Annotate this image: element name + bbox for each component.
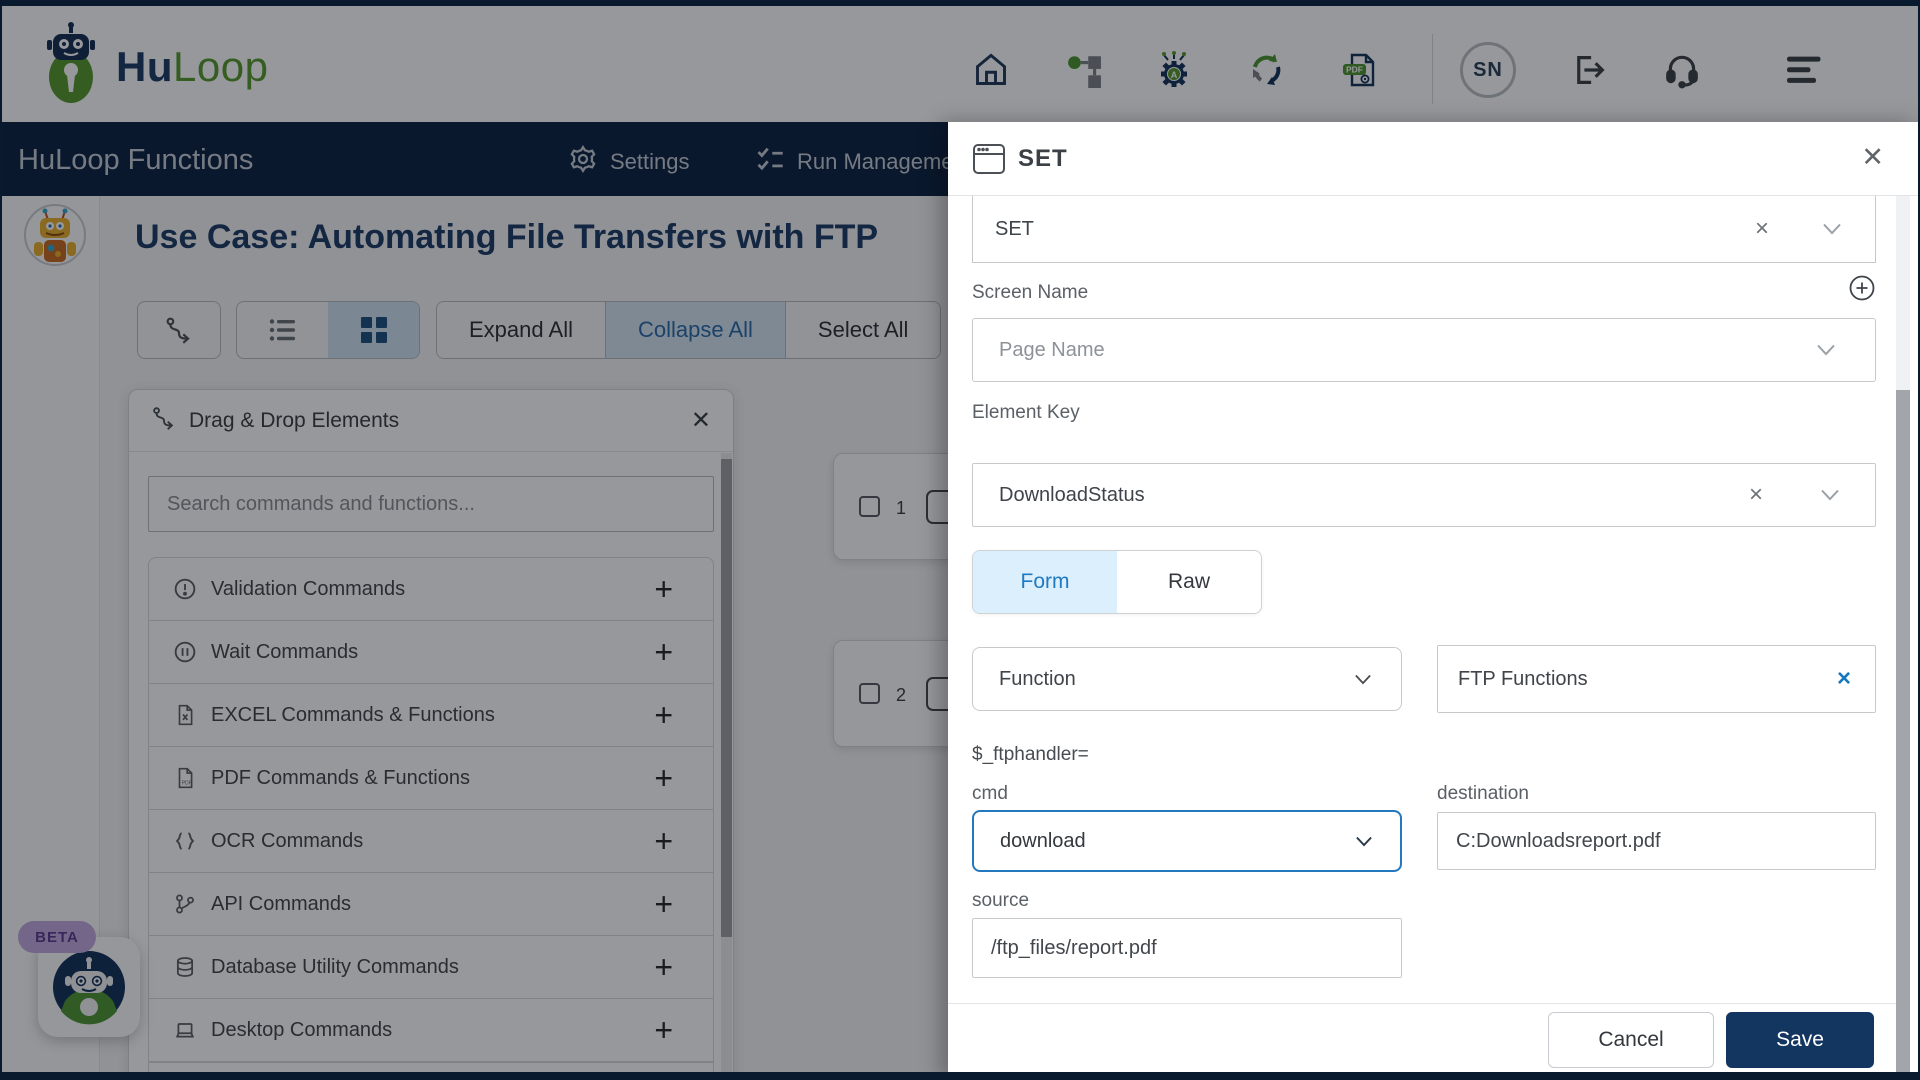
destination-value: C:Downloadsreport.pdf [1456,829,1661,852]
cmd-select[interactable]: download [972,810,1402,872]
destination-label: destination [1437,783,1529,804]
element-key-select[interactable]: DownloadStatus × [972,463,1876,527]
destination-input[interactable]: C:Downloadsreport.pdf [1437,812,1876,870]
command-select[interactable]: SET × [972,196,1876,263]
clear-icon[interactable]: × [1837,665,1851,693]
close-icon[interactable]: ✕ [1861,142,1884,173]
chevron-down-icon[interactable] [1823,218,1841,241]
element-key-label: Element Key [972,402,1080,423]
source-input[interactable]: /ftp_files/report.pdf [972,918,1402,978]
cmd-label: cmd [972,783,1008,804]
chevron-down-icon[interactable] [1821,484,1839,507]
drawer-title: SET [1018,145,1068,172]
chevron-down-icon[interactable] [1817,339,1835,362]
element-key-value: DownloadStatus [999,483,1145,506]
cmd-value: download [1000,829,1086,852]
clear-icon[interactable]: × [1749,481,1763,509]
handler-expression: $_ftphandler= [972,744,1089,765]
footer-divider [948,1003,1896,1004]
source-label: source [972,890,1030,911]
huloop-app: HuLoop A PDF SN HuLoop Functions Setting… [0,0,1920,1080]
set-command-drawer: SET ✕ SET × Screen Name Page Name Elemen… [948,122,1920,1080]
chevron-down-icon[interactable] [1355,668,1371,691]
screen-name-label: Screen Name [972,282,1089,303]
drawer-header: SET ✕ [948,122,1920,196]
screen-name-placeholder: Page Name [999,338,1105,361]
window-icon [972,143,1006,180]
window-frame-top [0,0,1920,6]
window-frame-bottom [0,1072,1920,1080]
add-screen-icon[interactable] [1848,274,1876,307]
drawer-scrollbar-thumb[interactable] [1896,390,1910,1074]
window-frame-left [0,0,2,1080]
function-search-value: FTP Functions [1458,667,1588,690]
chevron-down-icon[interactable] [1356,830,1372,853]
function-search-field[interactable]: FTP Functions × [1437,645,1876,713]
tab-raw[interactable]: Raw [1117,551,1261,613]
save-button[interactable]: Save [1726,1012,1874,1068]
screen-name-select[interactable]: Page Name [972,318,1876,382]
form-raw-toggle: Form Raw [972,550,1262,614]
function-type-select[interactable]: Function [972,647,1402,711]
function-type-value: Function [999,667,1076,690]
cancel-button[interactable]: Cancel [1548,1012,1714,1068]
drawer-scrollbar[interactable] [1896,196,1910,1080]
source-value: /ftp_files/report.pdf [991,936,1157,959]
command-select-value: SET [995,217,1034,240]
clear-icon[interactable]: × [1755,215,1769,243]
tab-form[interactable]: Form [973,551,1117,613]
